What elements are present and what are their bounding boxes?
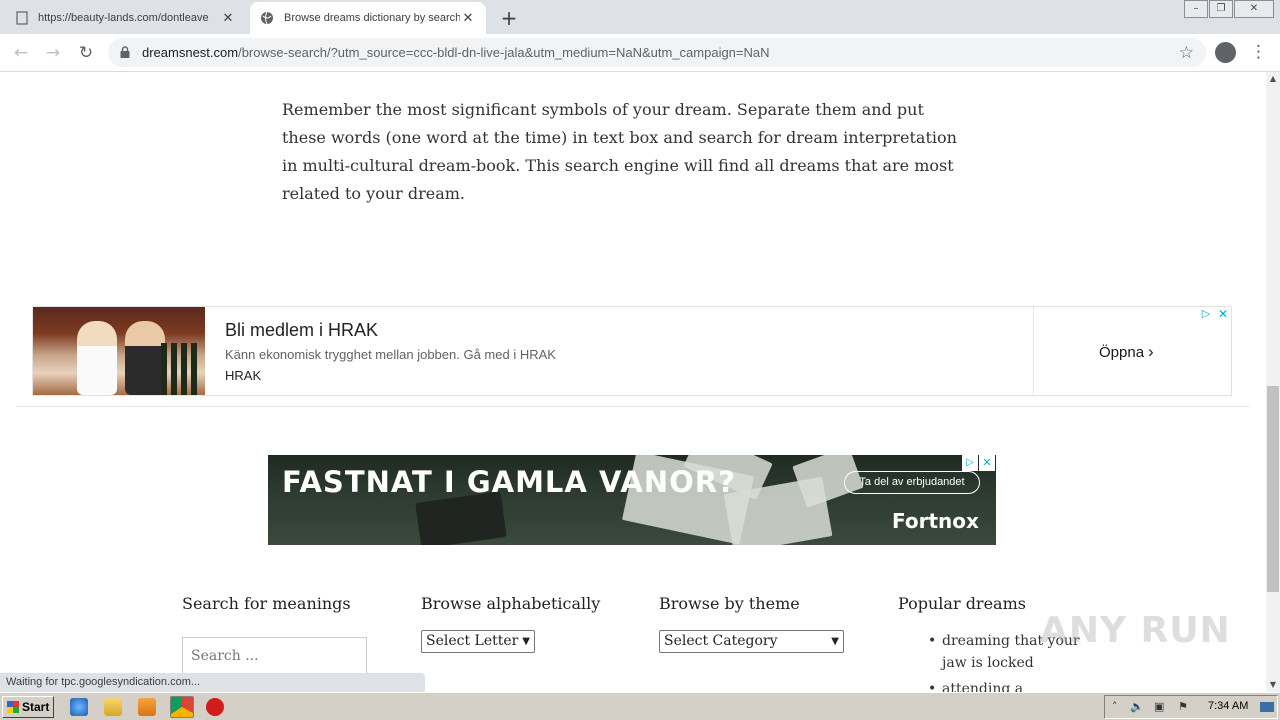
search-input[interactable]: Search ... (182, 637, 367, 675)
chrome-icon[interactable] (170, 696, 194, 718)
ad-brand: HRAK (225, 368, 262, 383)
list-item[interactable]: attending a (928, 678, 1088, 692)
scroll-down-icon[interactable]: ▼ (1266, 678, 1280, 692)
ad-title[interactable]: Bli medlem i HRAK (225, 320, 378, 341)
ad-divider (1033, 307, 1034, 395)
ie-icon[interactable] (70, 698, 88, 716)
windows-logo-icon (7, 701, 19, 713)
intro-paragraph: Remember the most significant symbols of… (282, 100, 957, 203)
tray-expand-icon[interactable]: ˄ (1112, 700, 1118, 713)
ad-headline: FASTNAT I GAMLA VANOR? (282, 465, 736, 499)
category-select[interactable]: Select Category ▼ (659, 630, 844, 653)
menu-kebab-icon[interactable]: ⋮ (1250, 42, 1267, 62)
scroll-thumb[interactable] (1267, 386, 1279, 592)
minimize-icon[interactable]: – (1184, 0, 1208, 18)
chevron-right-icon: › (1148, 342, 1154, 361)
tab-title: https://beauty-lands.com/dontleave (38, 12, 209, 24)
status-bubble: Waiting for tpc.googlesyndication.com... (0, 673, 425, 692)
page-icon (16, 11, 28, 25)
page-content: Remember the most significant symbols of… (0, 72, 1266, 692)
url-text: dreamsnest.com/browse-search/?utm_source… (142, 45, 770, 60)
chevron-down-icon: ▼ (522, 636, 530, 647)
popular-widget-title: Popular dreams (898, 594, 1026, 613)
tab-close-icon[interactable]: ✕ (220, 10, 236, 26)
ad-close-icon[interactable]: ✕ (979, 455, 995, 471)
warning-app-icon[interactable] (206, 698, 224, 716)
alpha-widget-title: Browse alphabetically (421, 594, 601, 613)
bookmark-star-icon[interactable]: ☆ (1179, 43, 1194, 63)
ad-close-icon[interactable]: ✕ (1216, 307, 1230, 321)
media-player-icon[interactable] (138, 698, 156, 716)
address-bar[interactable]: dreamsnest.com/browse-search/?utm_source… (108, 38, 1206, 67)
calculator-image (415, 491, 507, 545)
anyrun-watermark: ANY RUN (1040, 610, 1231, 651)
forward-arrow-icon[interactable]: → (42, 42, 64, 64)
tab-dreams-dictionary[interactable]: Browse dreams dictionary by search ✕ (250, 2, 486, 34)
ad-open-button[interactable]: Öppna › (1099, 342, 1154, 362)
profile-avatar-icon[interactable] (1215, 42, 1236, 63)
ad-banner-fortnox[interactable]: FASTNAT I GAMLA VANOR? Ta del av erbjuda… (268, 455, 996, 545)
adchoices-icon[interactable]: ▷ (962, 455, 978, 471)
network-icon[interactable]: ▣ (1154, 700, 1164, 713)
letter-select[interactable]: Select Letter ▼ (421, 630, 535, 653)
search-widget-title: Search for meanings (182, 594, 351, 613)
new-tab-plus-icon[interactable]: + (498, 6, 520, 30)
browser-toolbar: ← → ↻ dreamsnest.com/browse-search/?utm_… (0, 34, 1280, 72)
ad-image (33, 307, 205, 395)
ad-banner-hrak[interactable]: Bli medlem i HRAK Känn ekonomisk trygghe… (32, 306, 1232, 396)
lock-icon (120, 46, 130, 58)
tab-strip: https://beauty-lands.com/dontleave ✕ Bro… (0, 0, 1280, 34)
theme-widget-title: Browse by theme (659, 594, 800, 613)
reload-icon[interactable]: ↻ (75, 42, 97, 64)
taskbar: Start ˄ 🔈 ▣ ⚑ 7:34 AM (0, 692, 1280, 720)
restore-icon[interactable]: ❐ (1209, 0, 1233, 18)
fortnox-logo: Fortnox (892, 509, 979, 533)
flag-icon[interactable]: ⚑ (1178, 700, 1188, 713)
back-arrow-icon[interactable]: ← (10, 42, 32, 64)
tab-title: Browse dreams dictionary by search (284, 12, 460, 24)
clock: 7:34 AM (1208, 700, 1249, 712)
tab-close-icon[interactable]: ✕ (460, 10, 476, 26)
tab-beauty-lands[interactable]: https://beauty-lands.com/dontleave ✕ (6, 2, 246, 34)
globe-icon (261, 11, 273, 25)
close-window-icon[interactable]: ✕ (1234, 0, 1274, 18)
show-desktop-icon[interactable] (1260, 702, 1274, 712)
volume-icon[interactable]: 🔈 (1130, 700, 1144, 713)
folder-icon[interactable] (104, 698, 122, 716)
adchoices-icon[interactable]: ▷ (1199, 307, 1213, 321)
chevron-down-icon: ▼ (831, 636, 839, 647)
start-button[interactable]: Start (2, 696, 54, 718)
divider (16, 406, 1249, 407)
scrollbar[interactable]: ▲ ▼ (1266, 72, 1280, 692)
scroll-up-icon[interactable]: ▲ (1266, 72, 1280, 86)
ad-description: Känn ekonomisk trygghet mellan jobben. G… (225, 347, 556, 362)
ad-offer-button[interactable]: Ta del av erbjudandet (844, 471, 980, 494)
